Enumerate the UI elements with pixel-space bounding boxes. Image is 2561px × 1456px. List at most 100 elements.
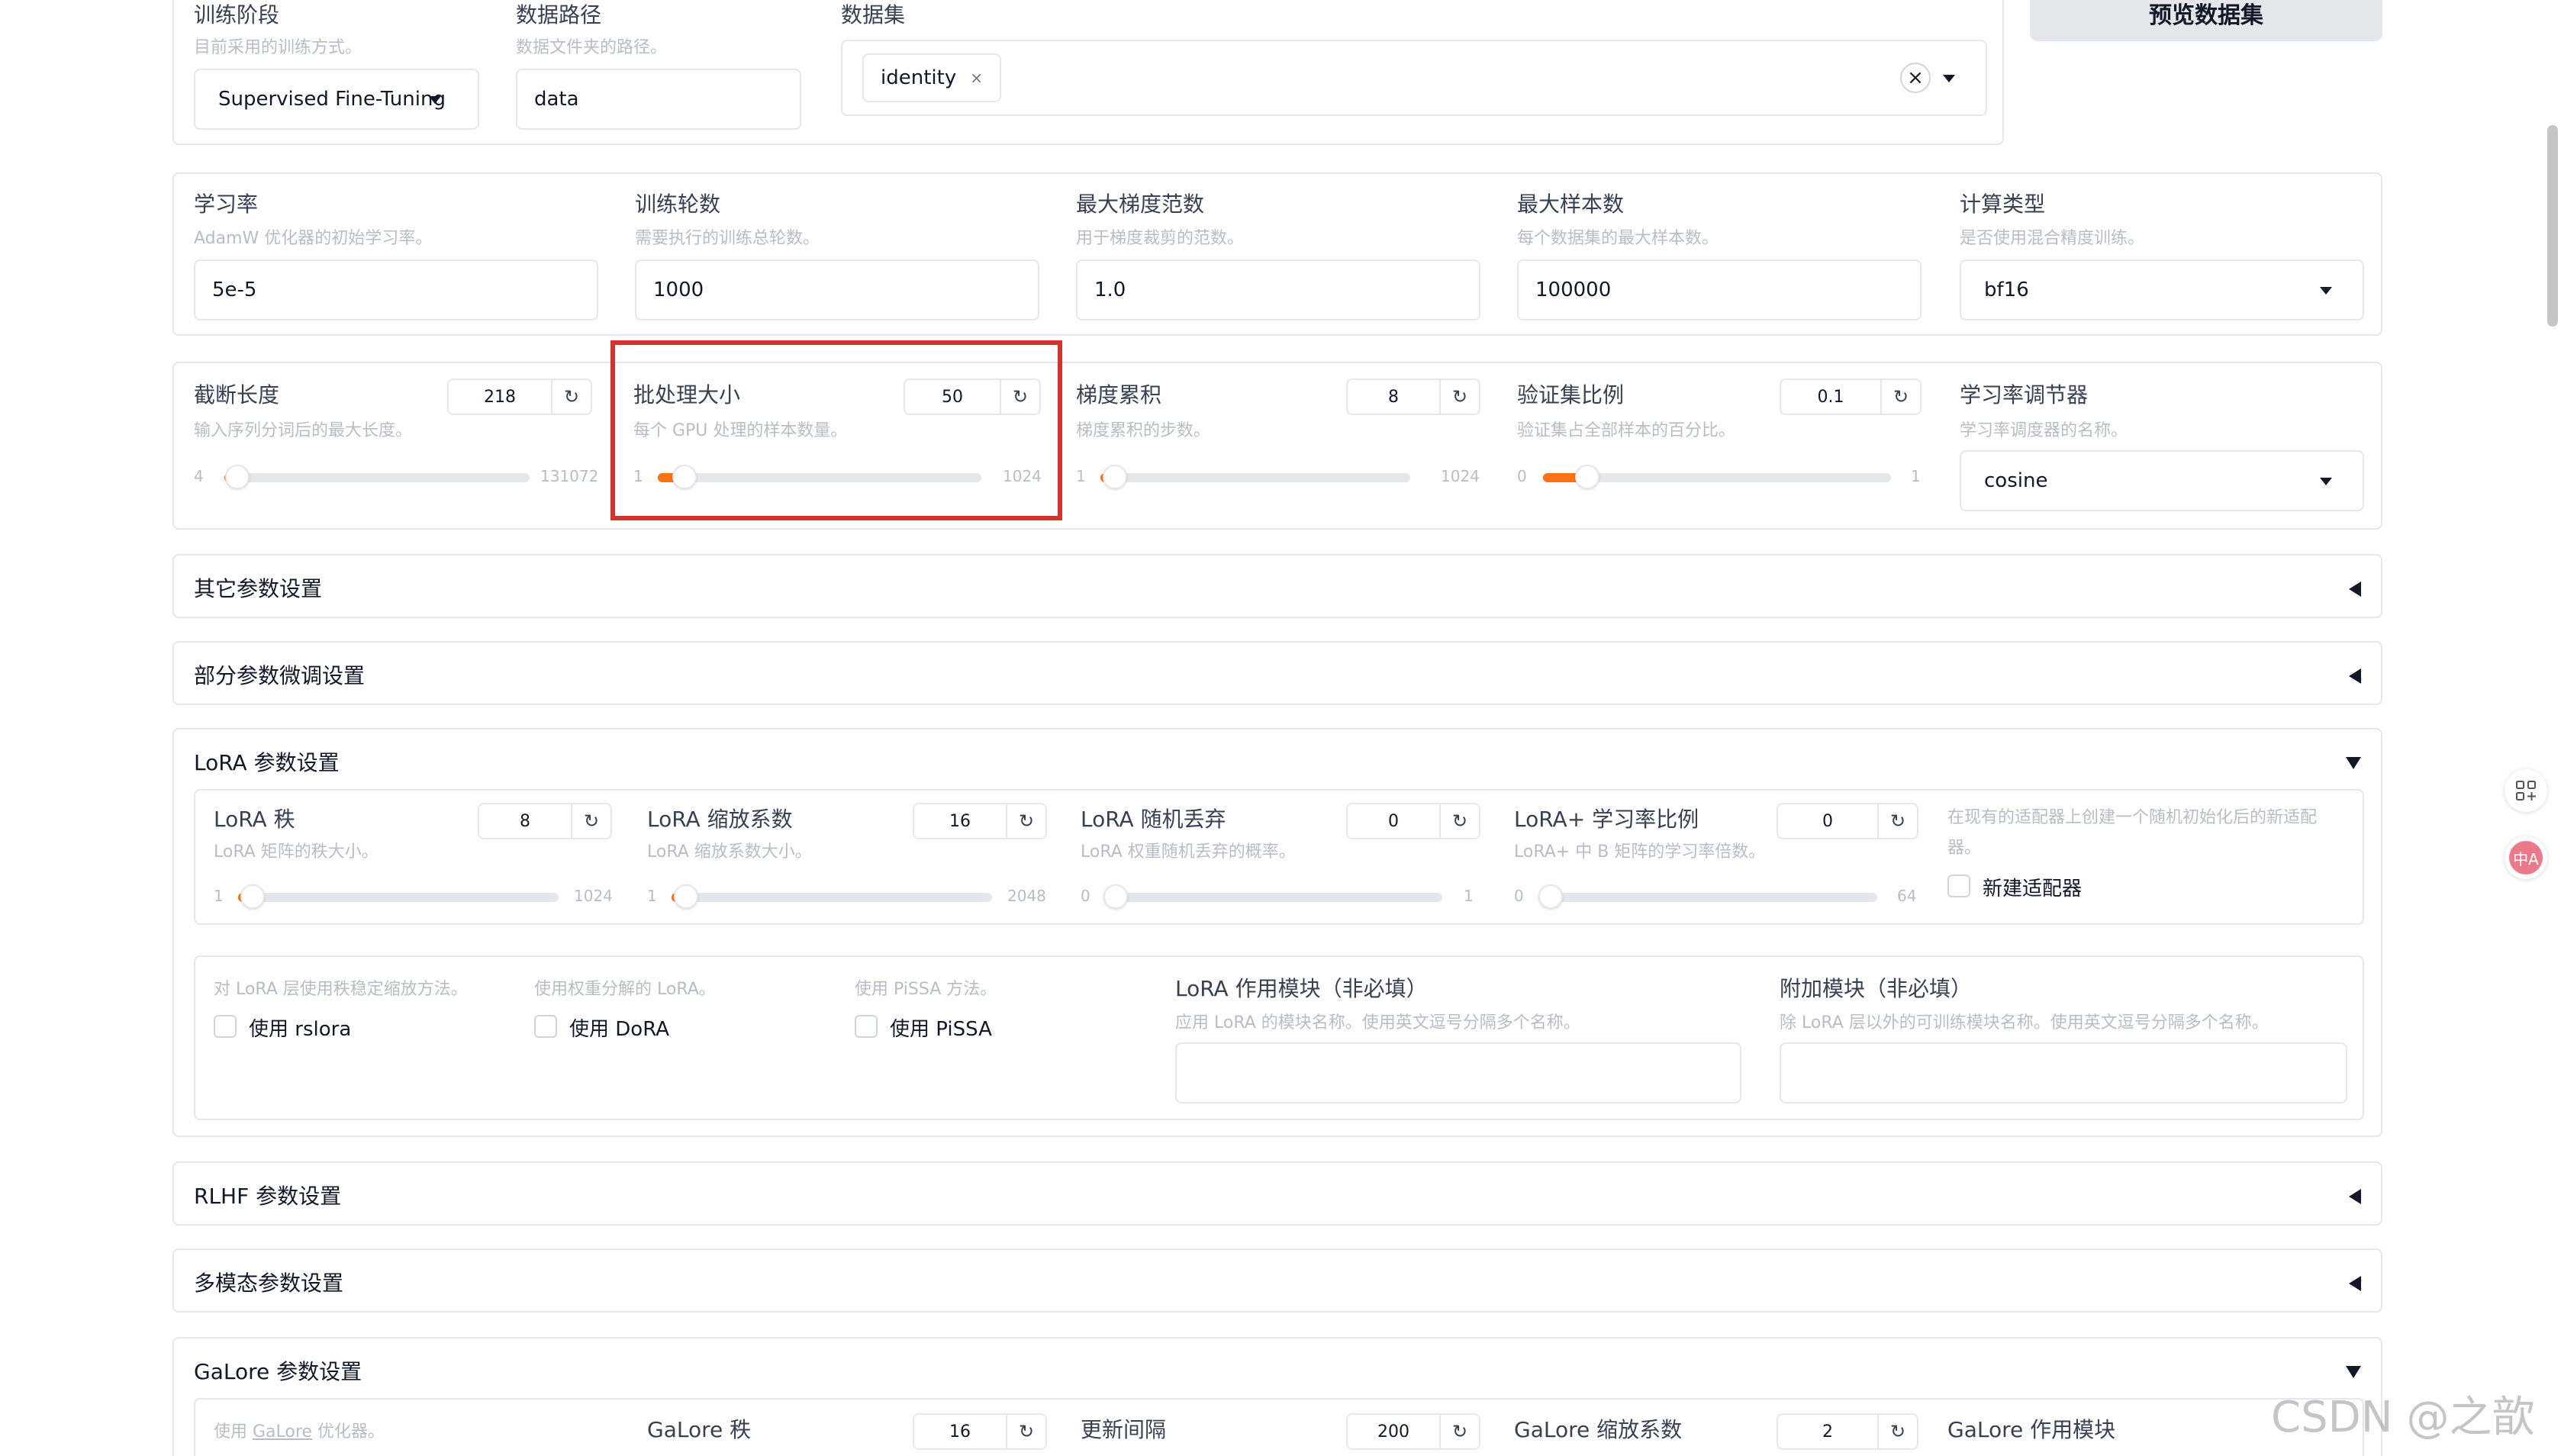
data-dir-input[interactable]: data: [516, 69, 801, 130]
collapse-arrow-icon: [2349, 1276, 2361, 1291]
batch-size-number[interactable]: 50 ↻: [904, 378, 1041, 415]
new-adapter-checkbox[interactable]: [1947, 875, 1970, 897]
reset-icon[interactable]: ↻: [1880, 380, 1920, 414]
dataset-chip[interactable]: identity ×: [862, 53, 1001, 102]
cutoff-len-slider[interactable]: [224, 465, 530, 489]
lora-plus-number[interactable]: 0 ↻: [1777, 803, 1918, 839]
grad-accum-number[interactable]: 8 ↻: [1346, 378, 1480, 415]
reset-icon[interactable]: ↻: [1000, 380, 1039, 414]
galore-scale-number[interactable]: 2 ↻: [1777, 1413, 1918, 1450]
data-dir-label: 数据路径: [516, 2, 602, 27]
lora-target-hint: 应用 LoRA 的模块名称。使用英文逗号分隔多个名称。: [1175, 1013, 1580, 1032]
max-grad-norm-label: 最大梯度范数: [1076, 192, 1205, 217]
slider-thumb[interactable]: [673, 884, 698, 909]
accordion-lora-title[interactable]: LoRA 参数设置: [194, 746, 340, 777]
max-samples-input[interactable]: 100000: [1517, 259, 1922, 321]
reset-icon[interactable]: ↻: [1006, 804, 1045, 838]
slider-thumb[interactable]: [1575, 465, 1600, 489]
lora-target-input[interactable]: [1175, 1042, 1741, 1103]
compute-type-value: bf16: [1984, 279, 2029, 301]
grad-accum-value[interactable]: 8: [1348, 380, 1439, 414]
batch-size-value[interactable]: 50: [905, 380, 1000, 414]
preview-dataset-button[interactable]: 预览数据集: [2030, 0, 2382, 41]
pissa-label[interactable]: 使用 PiSSA: [890, 1013, 992, 1042]
compute-type-dropdown[interactable]: bf16: [1960, 259, 2364, 321]
reset-icon[interactable]: ↻: [1439, 804, 1479, 838]
lora-plus-slider[interactable]: [1538, 884, 1877, 909]
expand-arrow-icon[interactable]: [2346, 1366, 2361, 1378]
reset-icon[interactable]: ↻: [1006, 1415, 1045, 1448]
galore-interval-number[interactable]: 200 ↻: [1346, 1413, 1480, 1450]
lora-target-label: LoRA 作用模块（非必填）: [1175, 976, 1428, 1001]
dataset-select[interactable]: identity × ×: [841, 40, 1987, 116]
reset-icon[interactable]: ↻: [1877, 804, 1917, 838]
galore-link[interactable]: GaLore: [253, 1422, 312, 1442]
lora-dropout-number[interactable]: 0 ↻: [1346, 803, 1480, 839]
val-size-number[interactable]: 0.1 ↻: [1780, 378, 1922, 415]
lora-rank-hint: LoRA 矩阵的秩大小。: [214, 842, 379, 862]
lora-alpha-value[interactable]: 16: [914, 804, 1006, 838]
dora-checkbox[interactable]: [534, 1015, 557, 1038]
slider-thumb[interactable]: [672, 465, 697, 489]
slider-thumb[interactable]: [240, 884, 265, 909]
new-adapter-label[interactable]: 新建适配器: [1983, 873, 2082, 901]
cutoff-len-max: 131072: [540, 467, 599, 485]
accordion-multimodal[interactable]: 多模态参数设置: [172, 1248, 2382, 1313]
val-size-slider[interactable]: [1543, 465, 1891, 489]
stage-dropdown[interactable]: Supervised Fine-Tuning: [194, 69, 479, 130]
chevron-down-icon: [429, 96, 441, 104]
accordion-freeze[interactable]: 部分参数微调设置: [172, 641, 2382, 705]
lora-dropout-value[interactable]: 0: [1348, 804, 1439, 838]
lora-alpha-number[interactable]: 16 ↻: [913, 803, 1047, 839]
accordion-galore-title[interactable]: GaLore 参数设置: [194, 1355, 362, 1386]
galore-interval-value[interactable]: 200: [1348, 1415, 1439, 1448]
galore-rank-value[interactable]: 16: [914, 1415, 1006, 1448]
additional-target-input[interactable]: [1780, 1042, 2347, 1103]
scrollbar-thumb[interactable]: [2547, 125, 2558, 327]
batch-size-slider[interactable]: [658, 465, 981, 489]
lora-alpha-slider[interactable]: [672, 884, 992, 909]
reset-icon[interactable]: ↻: [551, 380, 591, 414]
max-grad-norm-input[interactable]: 1.0: [1076, 259, 1480, 321]
learning-rate-hint: AdamW 优化器的初始学习率。: [194, 229, 433, 248]
dora-label[interactable]: 使用 DoRA: [569, 1013, 669, 1042]
grad-accum-slider[interactable]: [1100, 465, 1410, 489]
slider-thumb[interactable]: [1102, 465, 1127, 489]
chip-close-icon[interactable]: ×: [970, 69, 983, 87]
slider-thumb[interactable]: [224, 465, 250, 489]
translate-icon[interactable]: 中A: [2505, 836, 2547, 879]
rslora-hint: 对 LoRA 层使用秩稳定缩放方法。: [214, 980, 468, 999]
galore-use-hint: 使用 GaLore 优化器。: [214, 1422, 385, 1442]
val-size-value[interactable]: 0.1: [1781, 380, 1880, 414]
galore-rank-number[interactable]: 16 ↻: [913, 1413, 1047, 1450]
reset-icon[interactable]: ↻: [1439, 380, 1479, 414]
galore-sub-panel: 使用 GaLore 优化器。 GaLore 秩 16 ↻ 更新间隔 200 ↻ …: [194, 1398, 2364, 1456]
chevron-down-icon[interactable]: [1943, 75, 1955, 82]
stage-label: 训练阶段: [194, 2, 280, 27]
lora-rank-value[interactable]: 8: [479, 804, 571, 838]
accordion-rlhf[interactable]: RLHF 参数设置: [172, 1161, 2382, 1226]
grad-accum-min: 1: [1076, 467, 1086, 485]
grid-plus-icon[interactable]: [2505, 769, 2547, 812]
lora-plus-value[interactable]: 0: [1778, 804, 1877, 838]
clear-icon[interactable]: ×: [1900, 63, 1931, 93]
lora-rank-slider[interactable]: [238, 884, 559, 909]
reset-icon[interactable]: ↻: [571, 804, 610, 838]
lr-scheduler-dropdown[interactable]: cosine: [1960, 450, 2364, 511]
slider-thumb[interactable]: [1538, 884, 1563, 909]
cutoff-len-number[interactable]: 218 ↻: [447, 378, 592, 415]
epochs-input[interactable]: 1000: [635, 259, 1039, 321]
reset-icon[interactable]: ↻: [1439, 1415, 1479, 1448]
galore-scale-value[interactable]: 2: [1778, 1415, 1877, 1448]
rslora-checkbox[interactable]: [214, 1015, 237, 1038]
accordion-other[interactable]: 其它参数设置: [172, 554, 2382, 618]
lora-rank-number[interactable]: 8 ↻: [478, 803, 612, 839]
reset-icon[interactable]: ↻: [1877, 1415, 1917, 1448]
rslora-label[interactable]: 使用 rslora: [249, 1013, 351, 1042]
lora-dropout-slider[interactable]: [1103, 884, 1442, 909]
slider-thumb[interactable]: [1103, 884, 1128, 909]
cutoff-len-value[interactable]: 218: [449, 380, 551, 414]
pissa-checkbox[interactable]: [855, 1015, 878, 1038]
expand-arrow-icon[interactable]: [2346, 757, 2361, 769]
learning-rate-input[interactable]: 5e-5: [194, 259, 598, 321]
